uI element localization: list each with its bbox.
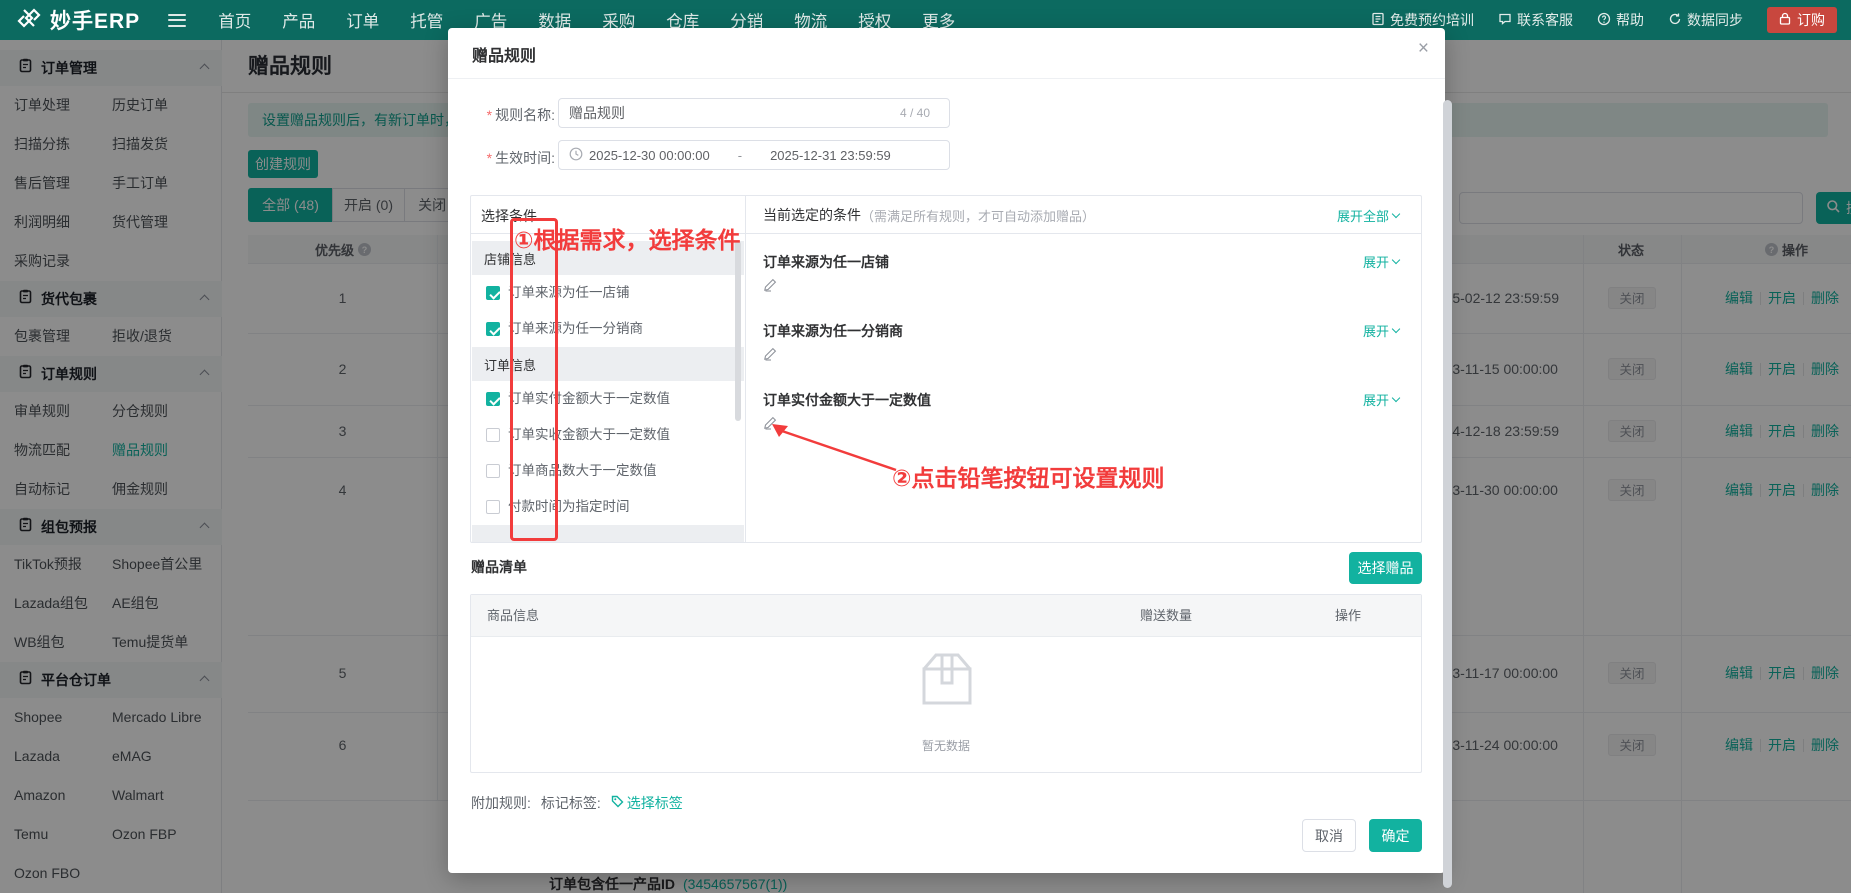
annotation-step2: ②点击铅笔按钮可设置规则 [892, 465, 1165, 491]
modal-header-divider [448, 78, 1445, 79]
edit-pencil-icon[interactable] [763, 345, 781, 363]
chevron-down-icon [1391, 324, 1401, 334]
extra-rule-row: 附加规则: 标记标签: 选择标签 [471, 793, 683, 813]
annotation-rectangle [510, 218, 558, 541]
gift-list-title: 赠品清单 [471, 559, 527, 575]
checkbox-icon[interactable] [486, 428, 500, 442]
gift-col-quantity: 赠送数量 [1140, 608, 1193, 623]
extra-rule-label: 附加规则: [471, 795, 531, 811]
gift-col-actions: 操作 [1335, 608, 1362, 623]
topbar-menu-item[interactable]: 首页 [218, 8, 251, 32]
topbar-util-3[interactable]: 帮助 [1597, 10, 1644, 30]
empty-text: 暂无数据 [921, 739, 970, 753]
char-counter: 4 / 40 [900, 106, 931, 120]
order-button[interactable]: 订购 [1767, 7, 1837, 33]
checkbox-icon[interactable] [486, 322, 500, 336]
edit-pencil-icon[interactable] [763, 276, 781, 294]
time-separator: - [737, 147, 743, 163]
training-icon [1371, 12, 1385, 29]
selected-condition-title: 订单来源为任一店铺 [763, 254, 889, 270]
expand-all-link[interactable]: 展开全部 [1337, 206, 1401, 225]
annotation-arrow [772, 424, 897, 472]
topbar-util-2[interactable]: 联系客服 [1498, 10, 1573, 30]
select-gift-button[interactable]: 选择赠品 [1349, 552, 1422, 584]
sync-icon [1668, 12, 1682, 29]
support-icon [1498, 12, 1512, 29]
mark-tag-label: 标记标签: [540, 795, 601, 811]
expand-link[interactable]: 展开 [1363, 390, 1401, 409]
modal-title: 赠品规则 [472, 48, 537, 65]
chevron-down-icon [1391, 393, 1401, 403]
lock-icon [1779, 12, 1791, 28]
brand-name: 妙手ERP [50, 10, 141, 33]
annotation-step1: ①根据需求，选择条件 [514, 227, 741, 253]
time-range-picker[interactable]: 2025-12-30 00:00:00 - 2025-12-31 23:59:5… [558, 140, 950, 170]
chevron-down-icon [1391, 209, 1401, 218]
checkbox-icon[interactable] [486, 286, 500, 300]
time-end[interactable]: 2025-12-31 23:59:59 [770, 148, 891, 163]
expand-link[interactable]: 展开 [1363, 252, 1401, 271]
checkbox-icon[interactable] [486, 464, 500, 478]
topbar-util-4[interactable]: 数据同步 [1668, 10, 1743, 30]
topbar-util-1[interactable]: 免费预约培训 [1371, 10, 1474, 30]
gift-rule-modal: 赠品规则 × *规则名称: 4 / 40 *生效时间: 2025-12-30 0… [448, 28, 1445, 873]
selected-condition-title: 订单来源为任一分销商 [763, 323, 903, 339]
selected-condition-title: 订单实付金额大于一定数值 [763, 392, 931, 408]
modal-scrollbar[interactable] [1443, 100, 1452, 888]
checkbox-icon[interactable] [486, 500, 500, 514]
checkbox-icon[interactable] [486, 392, 500, 406]
time-start[interactable]: 2025-12-30 00:00:00 [589, 148, 710, 163]
gift-table-header [471, 595, 1421, 637]
effective-time-label: * 生效时间: [486, 150, 555, 166]
help-icon [1597, 12, 1611, 29]
tag-icon [611, 795, 624, 811]
rule-name-label: * 规则名称: [486, 107, 555, 123]
selected-condition-header: 当前选定的条件 （需满足所有规则，才可自动添加赠品） 展开全部 [763, 205, 1401, 225]
condition-list-scrollbar[interactable] [735, 241, 741, 421]
gift-col-product: 商品信息 [487, 608, 540, 623]
topbar-menu-item[interactable]: 托管 [410, 8, 443, 32]
hamburger-menu-icon[interactable] [168, 13, 187, 27]
brand[interactable]: 妙手ERP [0, 5, 140, 36]
panel-divider [745, 196, 746, 542]
expand-link[interactable]: 展开 [1363, 321, 1401, 340]
confirm-button[interactable]: 确定 [1369, 819, 1422, 852]
close-icon[interactable]: × [1418, 38, 1429, 60]
rule-name-input[interactable] [558, 98, 950, 128]
clock-icon [569, 147, 583, 164]
topbar-menu-item[interactable]: 产品 [282, 8, 315, 32]
chevron-down-icon [1391, 255, 1401, 265]
topbar-menu-item[interactable]: 订单 [346, 8, 379, 32]
cancel-button[interactable]: 取消 [1302, 819, 1356, 852]
gift-table: 商品信息 赠送数量 操作 暂无数据 [470, 594, 1422, 773]
select-tag-link[interactable]: 选择标签 [611, 793, 683, 813]
empty-box-icon [912, 647, 982, 716]
brand-logo-icon [16, 5, 42, 36]
